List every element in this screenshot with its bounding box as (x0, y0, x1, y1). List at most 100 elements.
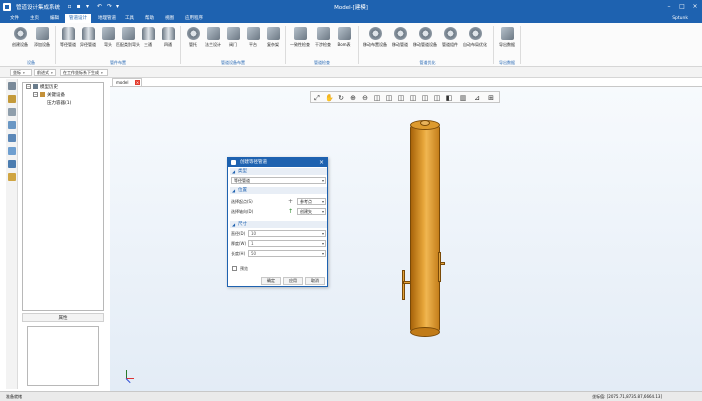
tab-pipe-design[interactable]: 管道设计 (65, 14, 91, 23)
rotate-icon[interactable]: ↻ (337, 94, 345, 102)
new-file-icon[interactable]: ▫ (66, 3, 73, 10)
folder-icon[interactable] (8, 95, 16, 103)
collapse-icon[interactable]: − (33, 92, 38, 97)
redo-icon[interactable]: ↷ (106, 3, 113, 10)
save-icon[interactable]: ▪ (75, 3, 82, 10)
dropdown-icon[interactable]: ▾ (84, 3, 91, 10)
bom-button[interactable]: Bom表 (334, 25, 354, 57)
valve-button[interactable]: 阀门 (223, 25, 243, 57)
equal-pipe-button[interactable]: 等径管道 (58, 25, 78, 57)
view-left-icon[interactable]: ◫ (397, 94, 405, 102)
move-layout-device-button[interactable]: 移动布置设备 (363, 25, 387, 57)
undo-icon[interactable]: ↶ (96, 3, 103, 10)
interference-check-button[interactable]: 干涉检查 (313, 25, 333, 57)
close-icon[interactable]: × (318, 158, 325, 167)
zoom-fit-icon[interactable]: ⤢ (313, 94, 321, 102)
add-device-button[interactable]: 添加设备 (32, 25, 52, 57)
vessel-lug-left (403, 281, 411, 284)
tab-edit[interactable]: 编辑 (46, 14, 63, 23)
tree-leaf-pressure-vessel[interactable]: 压力容器(1) (47, 100, 71, 107)
tab-view[interactable]: 视图 (161, 14, 178, 23)
export-data-button[interactable]: 导出数据 (497, 25, 517, 57)
move-pipe-device-button[interactable]: 移动管道设备 (413, 25, 437, 57)
axis-ref-select[interactable]: 创建矢 ▾ (297, 208, 326, 215)
minimize-icon[interactable]: – (664, 2, 674, 11)
settings-icon[interactable] (8, 121, 16, 129)
consistency-check-button[interactable]: 一致性检查 (290, 25, 310, 57)
explode-icon[interactable]: ⊞ (487, 94, 495, 102)
customize-icon[interactable]: ▾ (114, 3, 121, 10)
diameter-input[interactable]: 10 ▾ (248, 230, 326, 237)
views-icon[interactable] (8, 134, 16, 142)
elbow-button[interactable]: 弯头 (98, 25, 118, 57)
pan-icon[interactable]: ✋ (325, 94, 334, 102)
tab-file[interactable]: 文件 (6, 14, 23, 23)
workspace-dropdown[interactable]: 在工作坐标系下生成 ▾ (60, 69, 108, 76)
section-icon[interactable]: ▥ (459, 94, 467, 102)
pipe-support-button[interactable]: 管托 (183, 25, 203, 57)
view-back-icon[interactable]: ◫ (385, 94, 393, 102)
move-pipe-device-icon (418, 27, 432, 40)
component-library-icon[interactable] (8, 147, 16, 155)
tab-help[interactable]: 帮助 (141, 14, 158, 23)
mode-dropdown[interactable]: 前进式 ▾ (34, 69, 56, 76)
start-ref-select[interactable]: 参考点 ▾ (297, 198, 326, 205)
tab-apps[interactable]: 应用程序 (181, 14, 207, 23)
section-size[interactable]: ◢ 尺寸 (230, 221, 327, 228)
left-icon-strip (6, 79, 18, 389)
zoom-in-icon[interactable]: ⊕ (349, 94, 357, 102)
platform-button[interactable]: 平台 (243, 25, 263, 57)
dialog-title-bar[interactable]: 创建等径管道 × (228, 158, 327, 167)
3d-viewport[interactable] (110, 86, 702, 391)
optimize-icon (468, 27, 482, 40)
collapse-icon[interactable]: − (26, 84, 31, 89)
reducer-pipe-button[interactable]: 异径管道 (78, 25, 98, 57)
crosshair-icon[interactable]: + (288, 198, 293, 205)
type-select[interactable]: 等径管道 ▾ (231, 177, 326, 184)
maximize-icon[interactable]: □ (677, 2, 687, 11)
cross-button[interactable]: 四通 (158, 25, 178, 57)
vector-arrow-icon[interactable]: ↑ (288, 208, 293, 215)
preview-checkbox[interactable] (232, 266, 237, 271)
tree-root[interactable]: − 模型历史 (26, 84, 58, 91)
auto-layout-optimize-button[interactable]: 自动布局优化 (463, 25, 487, 57)
view-right-icon[interactable]: ◫ (409, 94, 417, 102)
length-input[interactable]: 50 ▾ (248, 250, 326, 257)
tab-home[interactable]: 主页 (26, 14, 43, 23)
model-tree-icon[interactable] (8, 82, 16, 90)
measure-icon[interactable]: ⊿ (473, 94, 481, 102)
view-iso-icon[interactable]: ◧ (445, 94, 453, 102)
thickness-input[interactable]: 1 ▾ (248, 240, 326, 247)
pressure-vessel-body[interactable] (410, 125, 440, 332)
app-title: 管道设计集成系统 (16, 5, 61, 11)
complex-rack-button[interactable]: 复杂架 (263, 25, 283, 57)
ok-button[interactable]: 确定 (261, 277, 281, 285)
matched-elbow-button[interactable]: 匹配类别弯头 (116, 25, 140, 57)
view-top-icon[interactable]: ◫ (421, 94, 429, 102)
title-bar: 管道设计集成系统 ▫ ▪ ▾ ↶ ↷ ▾ Model-[建模] – □ × (0, 0, 702, 14)
move-pipe-button[interactable]: 移动管道 (390, 25, 410, 57)
zoom-out-icon[interactable]: ⊖ (361, 94, 369, 102)
cancel-button[interactable]: 取消 (305, 277, 325, 285)
view-front-icon[interactable]: ◫ (373, 94, 381, 102)
tab-geo-pipe[interactable]: 地理管道 (94, 14, 120, 23)
flange-button[interactable]: 法兰设计 (203, 25, 223, 57)
section-placement[interactable]: ◢ 位置 (230, 187, 327, 194)
layers-icon[interactable] (8, 108, 16, 116)
close-icon[interactable]: × (690, 2, 700, 11)
pipe-component-button[interactable]: 管道组件 (440, 25, 460, 57)
apply-button[interactable]: 应用 (283, 277, 303, 285)
tee-button[interactable]: 三通 (138, 25, 158, 57)
document-tab[interactable]: model × (112, 78, 142, 86)
coordinate-dropdown[interactable]: 坐标 ▾ (10, 69, 32, 76)
view-bottom-icon[interactable]: ◫ (433, 94, 441, 102)
database-icon[interactable] (8, 160, 16, 168)
create-device-button[interactable]: 创建设备 (10, 25, 30, 57)
tree-node-key-equipment[interactable]: − 关键设备 (33, 92, 65, 99)
close-tab-icon[interactable]: × (135, 80, 140, 85)
cross-icon (161, 27, 175, 40)
palette-icon[interactable] (8, 173, 16, 181)
section-type[interactable]: ◢ 类型 (230, 168, 327, 175)
tab-tools[interactable]: 工具 (121, 14, 138, 23)
user-name[interactable]: Sptunk (672, 14, 688, 23)
